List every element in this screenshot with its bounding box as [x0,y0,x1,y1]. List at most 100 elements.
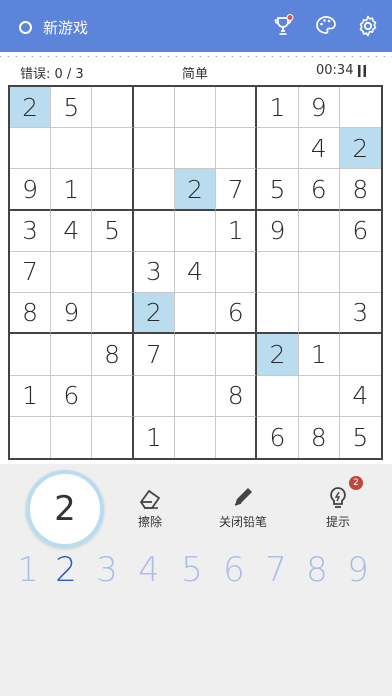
grid-cell-r9c8[interactable]: 8 [299,416,340,458]
grid-cell-r6c4[interactable]: 2 [133,293,175,335]
gear-icon[interactable] [356,14,380,38]
pencil-toggle-button[interactable]: 关闭铅笔 [211,486,275,530]
grid-cell-r3c2[interactable]: 1 [51,169,93,211]
grid-cell-r2c7[interactable] [257,128,299,170]
trophy-icon[interactable] [271,14,295,38]
grid-cell-r9c9[interactable]: 5 [340,417,381,458]
grid-cell-r9c5[interactable] [175,416,217,458]
grid-cell-r2c6[interactable] [216,128,258,170]
grid-cell-r2c1[interactable] [10,128,52,170]
grid-cell-r9c1[interactable] [10,416,52,458]
grid-cell-r4c8[interactable] [298,210,340,252]
grid-cell-r8c7[interactable] [257,375,299,417]
grid-cell-r8c5[interactable] [174,375,217,417]
grid-cell-r5c2[interactable] [51,251,93,294]
grid-cell-r3c7[interactable]: 5 [257,169,299,211]
grid-cell-r6c1[interactable]: 8 [10,293,52,335]
number-pad: 123456789 [0,550,392,594]
grid-cell-r9c6[interactable] [216,416,258,458]
grid-cell-r6c7[interactable] [257,293,299,335]
grid-cell-r3c5[interactable]: 2 [174,169,217,211]
grid-cell-r9c4[interactable]: 1 [134,416,175,458]
grid-cell-r5c4[interactable]: 3 [133,251,175,294]
grid-cell-r9c7[interactable]: 6 [257,416,299,458]
grid-cell-r4c5[interactable] [174,210,217,252]
grid-cell-r1c6[interactable] [216,87,258,129]
grid-cell-r7c5[interactable] [174,334,217,376]
grid-cell-r4c4[interactable] [133,210,175,252]
grid-cell-r6c5[interactable] [174,293,217,335]
grid-cell-r6c3[interactable] [92,293,134,335]
grid-cell-r7c2[interactable] [51,334,93,376]
grid-cell-r2c9[interactable]: 2 [339,128,381,170]
numpad-3-button[interactable]: 3 [87,550,127,590]
grid-cell-r7c1[interactable] [10,334,52,376]
numpad-7-button[interactable]: 7 [256,550,296,590]
grid-cell-r3c4[interactable] [133,169,175,211]
grid-cell-r1c4[interactable] [133,87,175,129]
grid-cell-r3c9[interactable]: 8 [339,169,381,211]
numpad-1-button[interactable]: 1 [8,550,48,590]
grid-cell-r5c8[interactable] [298,251,340,294]
grid-cell-r1c9[interactable] [339,87,381,129]
grid-cell-r3c3[interactable] [92,169,134,211]
grid-cell-r1c7[interactable]: 1 [257,87,299,129]
grid-cell-r7c3[interactable]: 8 [92,334,134,376]
grid-cell-r1c1[interactable]: 2 [10,87,52,129]
grid-cell-r9c2[interactable] [51,416,93,458]
grid-cell-r2c5[interactable] [174,128,217,170]
grid-cell-r4c3[interactable]: 5 [92,210,134,252]
grid-cell-r4c9[interactable]: 6 [339,211,381,252]
grid-cell-r2c3[interactable] [92,128,134,170]
grid-cell-r8c4[interactable] [133,375,175,417]
grid-cell-r4c2[interactable]: 4 [51,210,93,252]
grid-cell-r6c8[interactable] [298,293,340,335]
grid-cell-r7c4[interactable]: 7 [133,334,175,376]
grid-cell-r7c6[interactable] [216,334,258,376]
pause-icon[interactable] [357,65,367,77]
grid-cell-r1c8[interactable]: 9 [298,87,340,129]
grid-cell-r6c2[interactable]: 9 [51,293,93,335]
grid-cell-r7c8[interactable]: 1 [298,334,340,376]
grid-cell-r4c7[interactable]: 9 [257,210,299,252]
grid-cell-r4c1[interactable]: 3 [10,210,52,252]
numpad-8-button[interactable]: 8 [297,550,337,590]
grid-cell-r7c7[interactable]: 2 [257,334,299,376]
grid-cell-r1c5[interactable] [174,87,217,129]
grid-cell-r8c9[interactable]: 4 [339,376,381,417]
grid-cell-r8c1[interactable]: 1 [10,375,52,417]
grid-cell-r8c3[interactable] [92,375,134,417]
grid-cell-r5c1[interactable]: 7 [10,251,52,294]
grid-cell-r6c6[interactable]: 6 [216,293,258,335]
grid-cell-r6c9[interactable]: 3 [339,293,381,335]
grid-cell-r2c8[interactable]: 4 [298,128,340,170]
grid-cell-r2c4[interactable] [133,128,175,170]
numpad-4-button[interactable]: 4 [129,550,169,590]
grid-cell-r3c6[interactable]: 7 [216,169,258,211]
numpad-6-button[interactable]: 6 [214,550,254,590]
grid-cell-r5c7[interactable] [257,251,299,294]
numpad-5-button[interactable]: 5 [172,550,212,590]
grid-cell-r1c2[interactable]: 5 [51,87,93,129]
grid-cell-r8c2[interactable]: 6 [51,375,93,417]
grid-cell-r3c1[interactable]: 9 [10,169,52,211]
grid-cell-r8c6[interactable]: 8 [216,375,258,417]
grid-cell-r3c8[interactable]: 6 [298,169,340,211]
numpad-2-button[interactable]: 2 [46,550,86,590]
erase-button[interactable]: 擦除 [130,486,170,530]
new-game-icon[interactable] [19,21,32,34]
grid-cell-r2c2[interactable] [51,128,93,170]
grid-cell-r8c8[interactable] [298,375,340,417]
grid-cell-r5c9[interactable] [339,252,381,294]
palette-icon[interactable] [314,14,338,38]
hint-button[interactable]: 提示 [318,486,358,530]
grid-cell-r5c6[interactable] [216,251,258,294]
grid-cell-r5c5[interactable]: 4 [174,251,217,294]
new-game-button[interactable]: 新游戏 [43,17,88,38]
grid-cell-r7c9[interactable] [339,334,381,376]
grid-cell-r4c6[interactable]: 1 [216,210,258,252]
grid-cell-r5c3[interactable] [92,251,134,294]
grid-cell-r9c3[interactable] [92,416,134,458]
numpad-9-button[interactable]: 9 [338,550,378,590]
grid-cell-r1c3[interactable] [92,87,134,129]
